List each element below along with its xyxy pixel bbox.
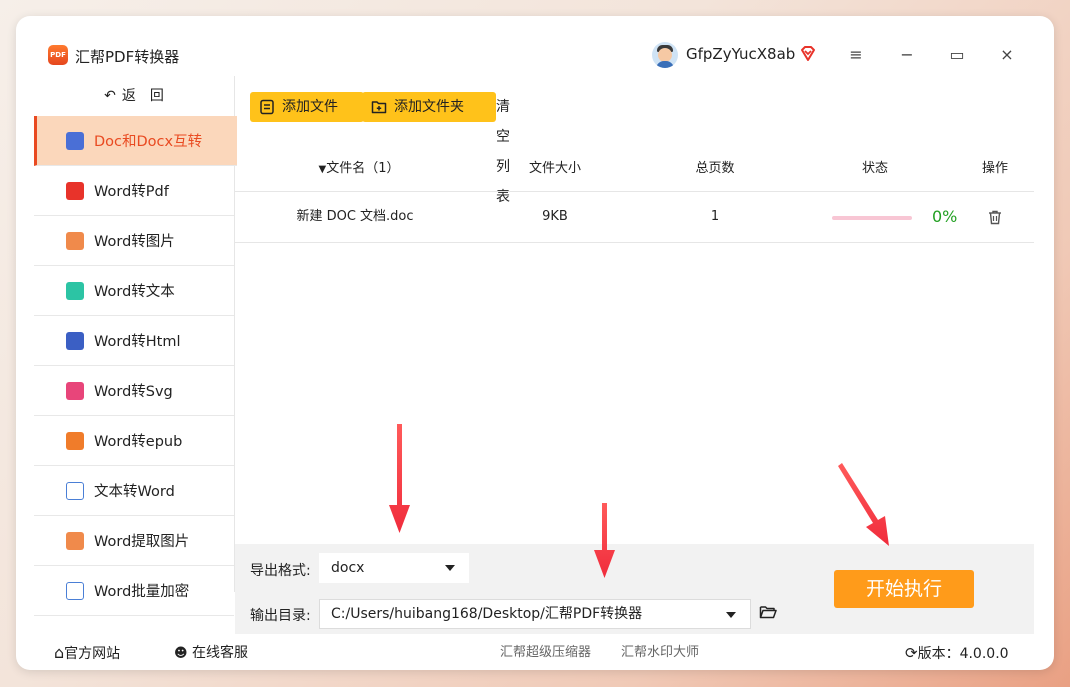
- svg-pink-icon: [66, 381, 84, 400]
- app-logo-icon: PDF: [48, 45, 68, 65]
- sidebar-item-4[interactable]: Word转Html: [34, 316, 234, 366]
- compressor-link[interactable]: 汇帮超级压缩器: [500, 634, 591, 670]
- chevron-down-icon: [445, 565, 455, 571]
- filename-header-label: 文件名（1）: [326, 161, 400, 176]
- title-bar: PDF 汇帮PDF转换器 GfpZyYucX8ab ≡ − ▭ ×: [34, 34, 1034, 76]
- sidebar-item-label: Word转图片: [94, 234, 175, 250]
- app-title: 汇帮PDF转换器: [75, 48, 180, 66]
- dir-label: 输出目录:: [250, 608, 311, 624]
- word-outline-icon: [66, 581, 84, 600]
- sidebar-item-label: 文本转Word: [94, 484, 175, 500]
- filesize-header: 文件大小: [528, 161, 581, 176]
- sidebar-item-6[interactable]: Word转epub: [34, 416, 234, 466]
- website-link[interactable]: ⌂官方网站: [54, 634, 120, 670]
- sidebar-item-3[interactable]: Word转文本: [34, 266, 234, 316]
- add-file-icon: [260, 99, 274, 115]
- add-folder-label: 添加文件夹: [394, 99, 464, 115]
- user-avatar[interactable]: [652, 42, 678, 68]
- back-button[interactable]: ↶ 返 回: [34, 76, 234, 116]
- menu-icon[interactable]: ≡: [845, 44, 867, 66]
- sidebar-item-8[interactable]: Word提取图片: [34, 516, 234, 566]
- watermark-link[interactable]: 汇帮水印大师: [621, 634, 699, 670]
- output-dir-value: C:/Users/huibang168/Desktop/汇帮PDF转换器: [331, 606, 643, 622]
- sidebar-item-label: Word转Svg: [94, 384, 173, 400]
- format-value: docx: [331, 560, 365, 576]
- status-header: 状态: [861, 161, 888, 176]
- format-label: 导出格式:: [250, 563, 311, 579]
- table-row[interactable]: 新建 DOC 文档.doc 9KB 1 0%: [235, 192, 1034, 243]
- add-folder-button[interactable]: 添加文件夹: [362, 92, 496, 122]
- row-pages: 1: [710, 209, 720, 224]
- version-info: ⟳版本：4.0.0.0: [905, 634, 1009, 670]
- sidebar-item-label: Word转Pdf: [94, 184, 169, 200]
- text-teal-icon: [66, 281, 84, 300]
- progress-bar: [832, 216, 912, 220]
- username[interactable]: GfpZyYucX8ab: [686, 45, 795, 63]
- sidebar-item-7[interactable]: 文本转Word: [34, 466, 234, 516]
- service-link[interactable]: ☻ 在线客服: [174, 634, 248, 670]
- image-orange-icon: [66, 531, 84, 550]
- support-agent-icon: ☻: [174, 646, 188, 661]
- home-icon: ⌂: [54, 643, 65, 662]
- output-dir-select[interactable]: C:/Users/huibang168/Desktop/汇帮PDF转换器: [319, 599, 751, 629]
- sidebar-item-label: Doc和Docx互转: [94, 134, 203, 150]
- sidebar-item-9[interactable]: Word批量加密: [34, 566, 234, 616]
- add-file-button[interactable]: 添加文件: [250, 92, 364, 122]
- version-label: 版本：: [917, 646, 960, 662]
- html-blue-icon: [66, 331, 84, 350]
- start-button[interactable]: 开始执行: [834, 570, 974, 608]
- back-arrow-icon: ↶: [104, 88, 116, 104]
- pdf-red-icon: [66, 181, 84, 200]
- sidebar-item-label: Word转文本: [94, 284, 175, 300]
- website-label: 官方网站: [64, 646, 121, 662]
- sidebar-item-1[interactable]: Word转Pdf: [34, 166, 234, 216]
- close-icon[interactable]: ×: [996, 44, 1018, 66]
- sidebar: ↶ 返 回 Doc和Docx互转 Word转Pdf Word转图片 Word转文本 Wor…: [34, 76, 237, 616]
- row-filesize: 9KB: [542, 209, 568, 224]
- delete-icon[interactable]: [987, 209, 1003, 225]
- version-number: 4.0.0.0: [959, 646, 1009, 662]
- sidebar-item-0[interactable]: Doc和Docx互转: [34, 116, 237, 166]
- epub-orange-icon: [66, 431, 84, 450]
- minimize-icon[interactable]: −: [896, 44, 918, 66]
- open-folder-icon[interactable]: [759, 604, 777, 620]
- maximize-icon[interactable]: ▭: [946, 44, 968, 66]
- format-select[interactable]: docx: [319, 553, 469, 583]
- app-content: PDF 汇帮PDF转换器 GfpZyYucX8ab ≡ − ▭ × ↶ 返 回 D…: [34, 34, 1034, 662]
- row-filename: 新建 DOC 文档.doc: [296, 209, 414, 224]
- service-label: 在线客服: [192, 645, 249, 661]
- sidebar-item-label: Word转epub: [94, 434, 183, 450]
- app-window: PDF 汇帮PDF转换器 GfpZyYucX8ab ≡ − ▭ × ↶ 返 回 D…: [16, 16, 1054, 670]
- footer: ⌂官方网站 ☻ 在线客服 汇帮超级压缩器 汇帮水印大师 ⟳版本：4.0.0.0: [34, 634, 1034, 670]
- vip-diamond-icon[interactable]: [799, 45, 817, 63]
- refresh-icon[interactable]: ⟳: [905, 644, 918, 662]
- add-file-label: 添加文件: [282, 99, 338, 115]
- sidebar-item-2[interactable]: Word转图片: [34, 216, 234, 266]
- file-table-header: ▼文件名（1） 文件大小 总页数 状态 操作: [235, 146, 1034, 192]
- back-label: 返 回: [121, 88, 164, 104]
- filename-header[interactable]: ▼文件名（1）: [307, 146, 411, 192]
- word-outline-icon: [66, 481, 84, 500]
- sidebar-item-5[interactable]: Word转Svg: [34, 366, 234, 416]
- progress-percent: 0%: [932, 207, 958, 226]
- action-header: 操作: [981, 161, 1008, 176]
- word-blue-icon: [66, 131, 84, 150]
- image-orange-icon: [66, 231, 84, 250]
- sidebar-item-label: Word批量加密: [94, 584, 190, 600]
- add-folder-icon: [371, 101, 387, 114]
- sidebar-item-label: Word转Html: [94, 334, 181, 350]
- chevron-down-icon: [726, 612, 736, 618]
- pages-header: 总页数: [695, 161, 735, 176]
- sidebar-item-label: Word提取图片: [94, 534, 190, 550]
